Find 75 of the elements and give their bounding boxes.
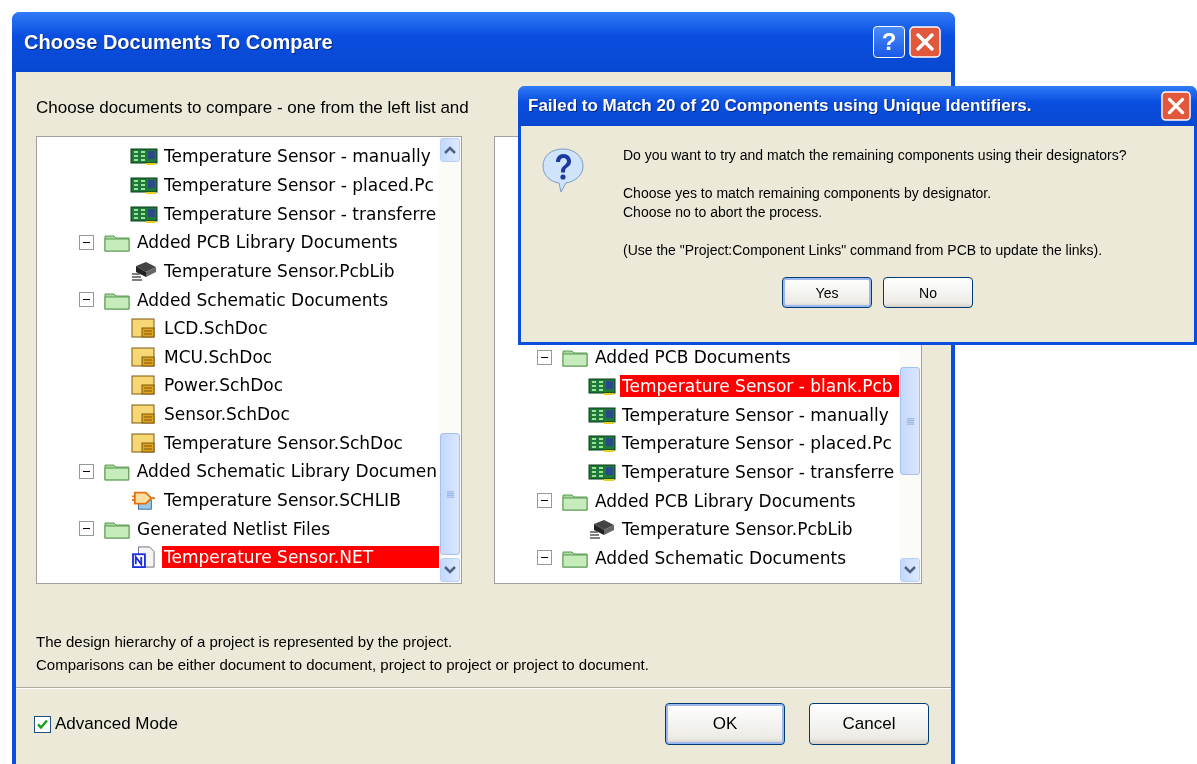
message-text: Choose yes to match remaining components by designator. bbox=[623, 184, 993, 203]
dialog-button[interactable]: Yes bbox=[782, 277, 872, 308]
schematic-document-icon bbox=[130, 374, 158, 397]
folder-label[interactable]: Added PCB Documents bbox=[593, 346, 793, 369]
chevron-down-icon bbox=[444, 565, 456, 575]
question-icon bbox=[539, 146, 587, 194]
dialog-button[interactable]: No bbox=[883, 277, 973, 308]
document-item[interactable]: Temperature Sensor.PcbLib bbox=[620, 518, 855, 541]
chevron-down-icon bbox=[904, 565, 916, 575]
collapse-toggle[interactable] bbox=[79, 292, 94, 307]
window-title: Failed to Match 20 of 20 Components using Unique Identifiers. bbox=[528, 96, 1033, 116]
netlist-document-icon bbox=[130, 546, 158, 569]
folder-label[interactable]: Added Schematic Documents bbox=[593, 546, 848, 569]
document-item[interactable]: Temperature Sensor.SCHLIB bbox=[162, 489, 403, 511]
scroll-thumb[interactable] bbox=[900, 367, 920, 475]
scrollbar[interactable] bbox=[439, 137, 461, 583]
hint-text: Comparisons can be either document to document, project to project or project to document. bbox=[36, 655, 650, 675]
scroll-thumb[interactable] bbox=[440, 433, 460, 555]
schematic-document-icon bbox=[130, 317, 158, 340]
document-item[interactable]: Temperature Sensor.NET bbox=[162, 546, 439, 569]
document-item[interactable]: Temperature Sensor - transferre bbox=[162, 202, 439, 225]
hint-text: The design hierarchy of a project is represented by the project. bbox=[36, 632, 454, 652]
chip-icon bbox=[130, 259, 158, 282]
chip-icon bbox=[588, 518, 616, 541]
message-text: Choose no to abort the process. bbox=[623, 203, 824, 222]
folder-label[interactable]: Added Schematic Library Documen bbox=[134, 460, 439, 483]
schematic-document-icon bbox=[130, 345, 158, 368]
collapse-toggle[interactable] bbox=[537, 550, 552, 566]
dialog-button[interactable]: Cancel bbox=[809, 703, 929, 745]
document-item[interactable]: Temperature Sensor - placed.Pc bbox=[162, 173, 436, 196]
collapse-toggle[interactable] bbox=[79, 521, 94, 537]
document-item[interactable]: Sensor.SchDoc bbox=[162, 403, 292, 426]
folder-label[interactable]: Added PCB Library Documents bbox=[593, 489, 858, 512]
scroll-down-button[interactable] bbox=[900, 558, 920, 582]
document-item[interactable]: Temperature Sensor.PcbLib bbox=[162, 259, 397, 282]
grip-icon bbox=[905, 416, 915, 426]
folder-label[interactable]: Added Schematic Documents bbox=[135, 288, 390, 311]
close-icon[interactable] bbox=[909, 26, 941, 58]
document-item[interactable]: MCU.SchDoc bbox=[162, 345, 275, 368]
document-item[interactable]: Temperature Sensor - transferre bbox=[620, 460, 897, 483]
dialog-button[interactable]: OK bbox=[665, 703, 785, 745]
folder-label[interactable]: Generated Netlist Files bbox=[135, 517, 333, 540]
document-item[interactable]: Temperature Sensor - placed.Pc bbox=[620, 432, 894, 455]
circuit-board-icon bbox=[130, 145, 158, 168]
document-item[interactable]: Power.SchDoc bbox=[162, 374, 285, 397]
component-icon bbox=[130, 489, 158, 511]
folder-icon bbox=[562, 347, 588, 368]
grip-icon bbox=[445, 489, 455, 499]
help-button[interactable]: ? bbox=[873, 26, 905, 58]
collapse-toggle[interactable] bbox=[79, 463, 94, 479]
folder-icon bbox=[104, 232, 130, 253]
circuit-board-icon bbox=[588, 432, 616, 455]
checkmark-icon bbox=[36, 717, 49, 731]
instruction-text: Choose documents to compare - one from the left list and bbox=[36, 98, 469, 119]
close-icon[interactable] bbox=[1161, 91, 1191, 121]
schematic-document-icon bbox=[130, 403, 158, 426]
scroll-up-button[interactable] bbox=[440, 138, 460, 162]
folder-label[interactable]: Added PCB Library Documents bbox=[135, 231, 400, 254]
chevron-up-icon bbox=[444, 145, 456, 155]
document-item[interactable]: Temperature Sensor.SchDoc bbox=[162, 431, 405, 454]
scrollbar[interactable] bbox=[899, 343, 921, 583]
document-item[interactable]: Temperature Sensor - manually bbox=[162, 145, 433, 168]
document-item[interactable]: Temperature Sensor - manually bbox=[620, 403, 891, 426]
window-title: Choose Documents To Compare bbox=[24, 30, 334, 54]
document-item[interactable]: Temperature Sensor - blank.Pcb bbox=[620, 374, 899, 397]
collapse-toggle[interactable] bbox=[537, 349, 552, 365]
collapse-toggle[interactable] bbox=[537, 493, 552, 508]
document-item[interactable]: LCD.SchDoc bbox=[162, 317, 270, 340]
collapse-toggle[interactable] bbox=[79, 234, 94, 250]
folder-icon bbox=[104, 461, 130, 482]
message-text: (Use the "Project:Component Links" command from PCB to update the links). bbox=[623, 241, 1104, 260]
scroll-down-button[interactable] bbox=[440, 558, 460, 582]
message-text: Do you want to try and match the remaining components using their designators? bbox=[623, 146, 1127, 165]
schematic-document-icon bbox=[130, 431, 158, 454]
advanced-mode-checkbox[interactable]: Advanced Mode bbox=[34, 714, 178, 734]
